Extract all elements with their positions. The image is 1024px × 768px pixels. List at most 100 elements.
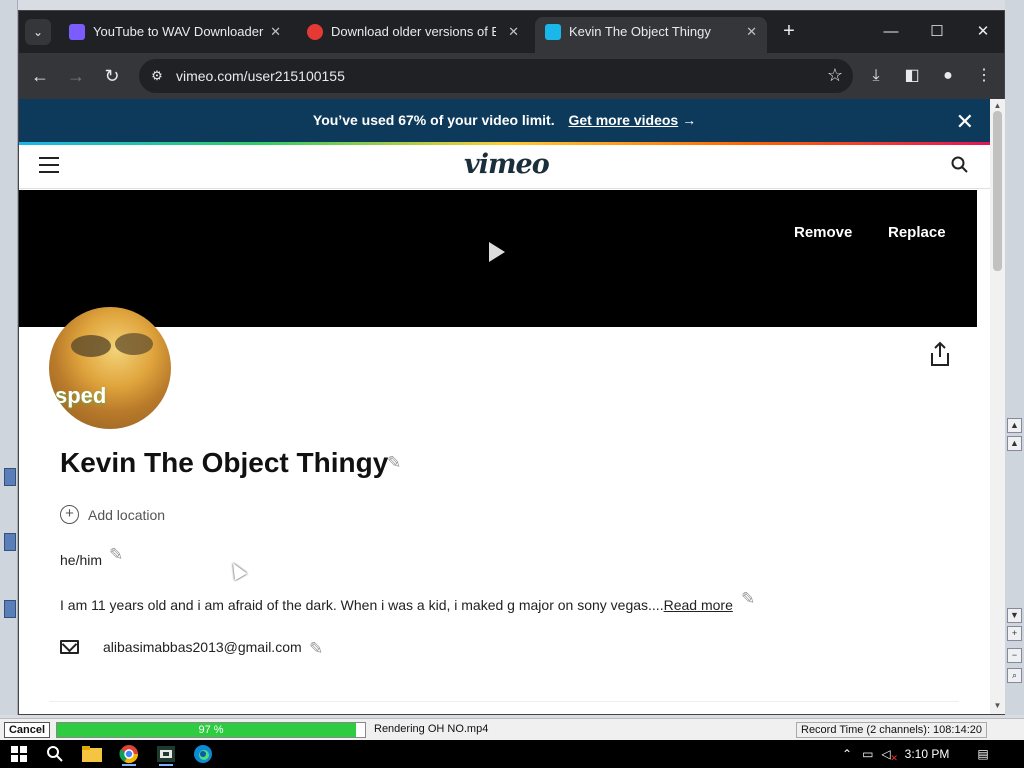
browser-tab-vimeo[interactable]: Kevin The Object Thingy ✕ — [535, 17, 767, 53]
vimeo-header: vimeo — [19, 145, 990, 189]
bio-text: I am 11 years old and i am afraid of the… — [60, 597, 664, 613]
bookmark-star-icon[interactable]: ☆ — [827, 65, 843, 86]
profile-tabs-strip — [49, 701, 959, 714]
url-text[interactable]: vimeo.com/user215100155 — [176, 68, 345, 84]
windows-start-icon[interactable] — [4, 742, 34, 766]
avatar[interactable]: sped — [49, 307, 171, 429]
vegas-taskbar-icon[interactable] — [151, 742, 181, 766]
edge-taskbar-icon[interactable] — [188, 742, 218, 766]
vimeo-logo[interactable]: vimeo — [464, 149, 550, 180]
chrome-window: ⌄ YouTube to WAV Downloader ✕ Download o… — [18, 10, 1005, 715]
share-icon[interactable] — [929, 341, 951, 367]
reload-icon: ↻ — [104, 66, 120, 86]
vegas-panel-button[interactable]: ⌕ — [1007, 668, 1022, 683]
add-location-button[interactable]: + Add location — [60, 505, 165, 524]
pronouns-text: he/him — [60, 552, 103, 568]
tab-favicon-icon — [69, 24, 85, 40]
downloads-button[interactable]: ⤓ — [863, 63, 889, 89]
arrow-right-icon: → — [682, 112, 697, 128]
tab-search-button[interactable]: ⌄ — [25, 19, 51, 45]
vegas-panel-button[interactable]: ▲ — [1007, 418, 1022, 433]
banner-message: You’ve used 67% of your video limit. — [312, 112, 555, 128]
vegas-panel-button[interactable]: ▼ — [1007, 608, 1022, 623]
vegas-panel-button[interactable]: + — [1007, 626, 1022, 641]
plus-circle-icon: + — [60, 505, 79, 524]
add-location-label: Add location — [88, 506, 166, 523]
record-time-text: Record Time (2 channels): 108:14:20 — [796, 722, 987, 738]
vegas-panel-button[interactable]: − — [1007, 648, 1022, 663]
tab-favicon-icon — [307, 24, 323, 40]
scrollbar-thumb[interactable] — [993, 111, 1002, 271]
volume-muted-icon[interactable]: ◁ ✕ — [881, 747, 898, 763]
scroll-down-arrow-icon[interactable]: ▼ — [993, 701, 1002, 710]
vegas-track-block — [4, 468, 16, 486]
search-icon[interactable] — [950, 155, 970, 175]
banner-content: You’ve used 67% of your video limit. Get… — [19, 112, 990, 128]
tab-strip: ⌄ YouTube to WAV Downloader ✕ Download o… — [19, 11, 1004, 53]
scroll-up-arrow-icon[interactable]: ▲ — [993, 101, 1002, 110]
avatar-image-text: sped — [55, 383, 107, 408]
close-banner-icon[interactable]: ✕ — [956, 109, 974, 135]
notification-icon[interactable]: ▤ — [977, 747, 988, 761]
render-status-text: Rendering OH NO.mp4 — [374, 723, 489, 735]
maximize-button[interactable]: ☐ — [923, 19, 951, 45]
hamburger-menu-icon[interactable] — [39, 157, 59, 173]
vegas-right-panel: ▲ ▲ ▼ + − ⌕ — [1005, 0, 1024, 715]
browser-tab-youtube-wav[interactable]: YouTube to WAV Downloader ✕ — [59, 17, 291, 53]
edit-bio-pencil-icon[interactable]: ✎ — [741, 589, 755, 609]
close-tab-icon[interactable]: ✕ — [270, 17, 281, 47]
clock-time[interactable]: 3:10 PM — [905, 747, 950, 761]
minimize-button[interactable]: — — [877, 19, 905, 45]
forward-button[interactable]: → — [63, 63, 89, 89]
address-bar[interactable]: ⚙ vimeo.com/user215100155 ☆ — [139, 59, 853, 93]
page-viewport: You’ve used 67% of your video limit. Get… — [19, 99, 990, 714]
reload-button[interactable]: ↻ — [99, 63, 125, 89]
system-tray: ⌃ ▭ ◁ ✕ 3:10 PM ▤ — [842, 740, 989, 768]
edit-email-pencil-icon[interactable]: ✎ — [309, 639, 323, 659]
edit-pronouns-pencil-icon[interactable]: ✎ — [109, 545, 123, 565]
tab-label: Kevin The Object Thingy — [569, 24, 711, 39]
site-settings-icon[interactable]: ⚙ — [149, 68, 165, 84]
cancel-render-button[interactable]: Cancel — [4, 722, 50, 738]
kebab-menu-icon: ⋮ — [976, 67, 992, 84]
arrow-left-icon: ← — [31, 66, 49, 86]
vegas-left-panel — [0, 0, 18, 715]
tab-label: Download older versions of Bar — [331, 24, 496, 39]
chrome-taskbar-icon[interactable] — [114, 742, 144, 766]
edit-name-pencil-icon[interactable]: ✎ — [387, 453, 401, 473]
taskbar-search-icon[interactable] — [40, 742, 70, 766]
email-row: alibasimabbas2013@gmail.com — [60, 639, 302, 655]
close-tab-icon[interactable]: ✕ — [746, 17, 757, 47]
person-icon: ● — [943, 67, 953, 84]
avatar-image-detail — [71, 335, 111, 357]
browser-tab-download-older[interactable]: Download older versions of Bar ✕ — [297, 17, 529, 53]
tray-chevron-up-icon[interactable]: ⌃ — [842, 747, 852, 761]
download-icon: ⤓ — [872, 67, 880, 84]
profile-button[interactable]: ● — [935, 63, 961, 89]
play-icon[interactable] — [489, 242, 505, 262]
render-progress-text: 97 % — [198, 724, 224, 736]
replace-cover-button[interactable]: Replace — [888, 224, 946, 241]
arrow-right-icon: → — [67, 66, 85, 86]
network-icon[interactable]: ▭ — [862, 747, 873, 761]
vegas-track-block — [4, 533, 16, 551]
vegas-track-block — [4, 600, 16, 618]
close-window-button[interactable]: ✕ — [969, 19, 997, 45]
render-progress-bar: 97 % — [56, 722, 366, 738]
page-scrollbar[interactable]: ▲ ▼ — [990, 99, 1005, 714]
file-explorer-icon[interactable] — [77, 742, 107, 766]
get-more-videos-link[interactable]: Get more videos — [568, 112, 678, 128]
vegas-panel-button[interactable]: ▲ — [1007, 436, 1022, 451]
profile-bio: I am 11 years old and i am afraid of the… — [60, 597, 733, 613]
cover-image-area: Remove Replace — [19, 190, 977, 327]
menu-button[interactable]: ⋮ — [971, 63, 997, 89]
browser-toolbar: ← → ↻ ⚙ vimeo.com/user215100155 ☆ ⤓ ◧ ● … — [19, 53, 1004, 99]
chevron-down-icon: ⌄ — [32, 25, 44, 39]
back-button[interactable]: ← — [27, 63, 53, 89]
close-tab-icon[interactable]: ✕ — [508, 17, 519, 47]
email-text: alibasimabbas2013@gmail.com — [103, 639, 302, 655]
read-more-link[interactable]: Read more — [664, 597, 733, 613]
remove-cover-button[interactable]: Remove — [794, 224, 852, 241]
new-tab-button[interactable]: + — [777, 20, 801, 44]
side-panel-button[interactable]: ◧ — [899, 63, 925, 89]
